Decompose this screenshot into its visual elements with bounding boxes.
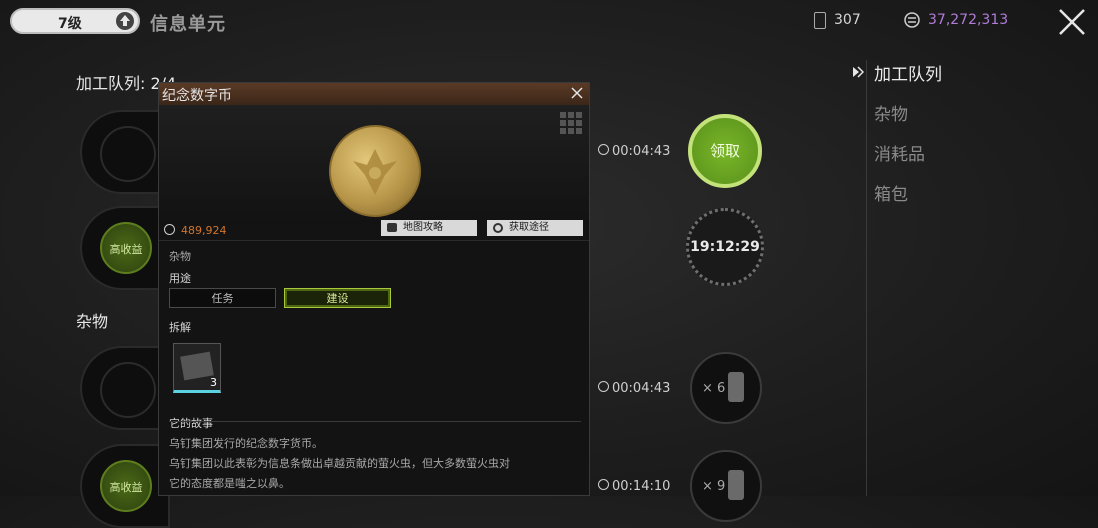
queue-timer: 00:04:43 — [598, 144, 670, 159]
story-text-line: 乌钉集团以此表彰为信息条做出卓越贡献的萤火虫，但大多数萤火虫对 — [169, 457, 510, 470]
level-up-icon — [116, 12, 134, 30]
clock-icon — [598, 479, 609, 490]
dismantle-label: 拆解 — [169, 321, 191, 334]
misc-section-header: 杂物 — [76, 312, 109, 331]
popup-title: 纪念数字币 — [162, 88, 232, 104]
part-count: 3 — [210, 376, 217, 389]
usage-label: 用途 — [169, 272, 191, 285]
page-title: 信息单元 — [150, 14, 226, 35]
nav-divider — [866, 60, 867, 496]
clock-icon — [598, 381, 609, 392]
level-badge[interactable]: 7级 — [10, 8, 140, 34]
usage-task-button[interactable]: 任务 — [169, 288, 276, 308]
battery-icon — [814, 12, 826, 29]
clock-icon — [598, 144, 609, 155]
tab-misc[interactable]: 杂物 — [874, 100, 908, 125]
close-icon[interactable] — [569, 85, 585, 101]
close-icon[interactable] — [1056, 6, 1088, 38]
fuel-can-icon — [728, 372, 744, 402]
electronic-parts-icon — [180, 351, 214, 381]
fuel-cost-button[interactable]: × 6 — [690, 352, 762, 424]
divider — [169, 421, 581, 422]
dismantle-part-item[interactable]: 3 — [173, 343, 221, 393]
item-category: 杂物 — [169, 250, 191, 263]
high-income-badge: 高收益 — [100, 460, 152, 512]
misc-timer: 00:14:10 — [598, 479, 670, 494]
item-preview: 489,924 — [159, 105, 589, 237]
usage-build-button[interactable]: 建设 — [284, 288, 391, 308]
misc-timer: 00:04:43 — [598, 381, 670, 396]
tab-processing-queue[interactable]: 加工队列 — [874, 60, 942, 85]
tab-bags[interactable]: 箱包 — [874, 180, 908, 205]
fuel-quantity: × 6 — [702, 381, 726, 396]
empty-slot-ring — [100, 126, 156, 182]
level-label: 7级 — [58, 16, 82, 32]
active-arrow-icon — [850, 64, 865, 83]
commemorative-coin-image — [329, 125, 421, 217]
obtain-method-button[interactable]: 获取途径 — [487, 220, 583, 236]
map-guide-button[interactable]: 地图攻略 — [381, 220, 477, 236]
claim-button[interactable]: 领取 — [688, 114, 762, 188]
misc-slot[interactable]: 高收益 — [80, 444, 170, 528]
misc-slot[interactable] — [80, 346, 170, 430]
item-detail-popup: 纪念数字币 489,924 地图攻略 获取途径 杂物 用途 任务 建设 拆解 3… — [158, 82, 590, 496]
queue-slot[interactable] — [80, 110, 170, 194]
empty-slot-ring — [100, 362, 156, 418]
high-income-badge: 高收益 — [100, 222, 152, 274]
map-icon — [387, 223, 397, 232]
queue-slot[interactable]: 高收益 — [80, 206, 170, 290]
battery-count: 307 — [834, 12, 861, 28]
currency-icon — [164, 224, 175, 235]
item-price: 489,924 — [164, 224, 227, 237]
fuel-quantity: × 9 — [702, 479, 726, 494]
countdown-timer: 19:12:29 — [686, 208, 764, 286]
currency-amount: 37,272,313 — [928, 12, 1009, 28]
popup-header: 纪念数字币 — [159, 83, 589, 106]
fuel-cost-button[interactable]: × 9 — [690, 450, 762, 522]
story-text-line: 它的态度都是嗤之以鼻。 — [169, 477, 290, 490]
story-label: 它的故事 — [169, 417, 213, 430]
search-icon — [493, 223, 503, 233]
grid-view-icon[interactable] — [559, 111, 583, 135]
divider — [159, 240, 589, 241]
story-text-line: 乌钉集团发行的纪念数字货币。 — [169, 437, 323, 450]
tab-consumables[interactable]: 消耗品 — [874, 140, 925, 165]
currency-icon — [904, 12, 920, 28]
